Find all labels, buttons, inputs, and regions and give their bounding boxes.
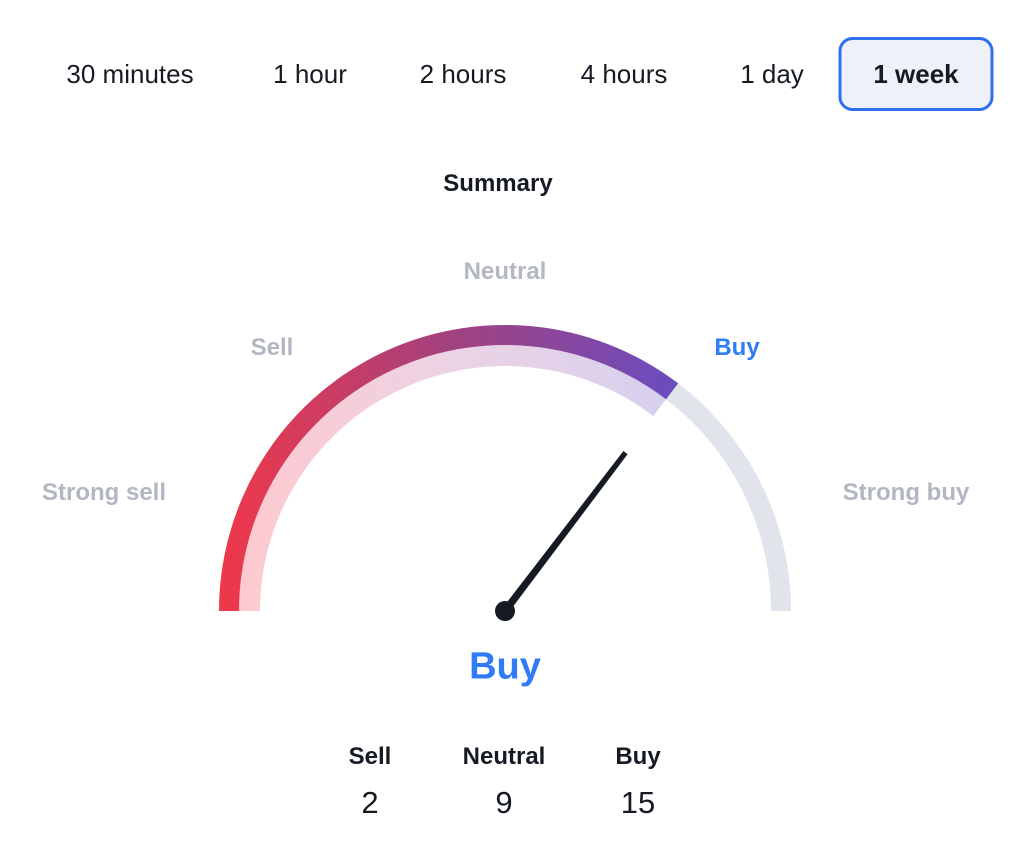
count-buy: Buy 15 [558,738,718,824]
gauge-label-strong-buy: Strong buy [842,479,970,506]
summary-verdict: Buy [469,645,541,688]
count-value: 15 [620,785,656,820]
gauge-pivot [495,601,515,621]
gauge-label-sell: Sell [250,334,294,361]
gauge-label-strong-sell: Strong sell [41,479,167,506]
gauge-label-buy: Buy [714,334,760,361]
gauge-label-neutral: Neutral [463,258,547,285]
count-label: Buy [615,743,661,770]
summary-gauge [219,325,791,621]
gauge-needle [501,451,628,614]
gauge-fill-inner [239,344,667,611]
